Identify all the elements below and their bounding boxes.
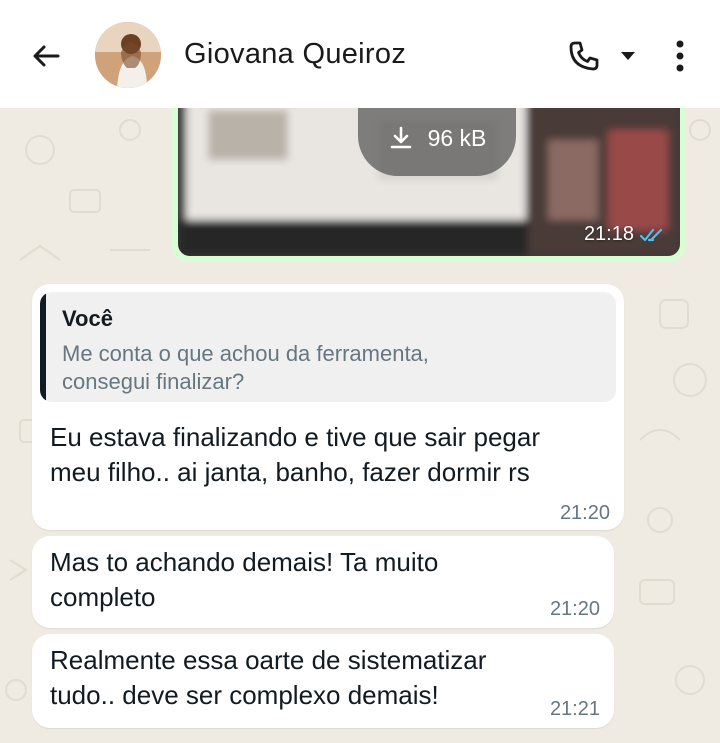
phone-icon	[569, 41, 599, 71]
incoming-message[interactable]: Realmente essa oarte de sistematizar tud…	[32, 634, 614, 728]
message-timestamp: 21:21	[549, 698, 600, 720]
quoted-message[interactable]: Você Me conta o que achou da ferramenta,…	[40, 292, 616, 402]
chat-header: Giovana Queiroz	[0, 0, 720, 108]
quote-author: Você	[62, 306, 113, 331]
back-button[interactable]	[24, 34, 68, 78]
outgoing-media-message[interactable]: 96 kB 21:18	[172, 100, 686, 262]
message-timestamp: 21:18	[584, 223, 666, 246]
message-text: Mas to achando demais! Ta muito completo	[50, 547, 439, 612]
double-check-icon	[640, 228, 663, 241]
blurred-image-preview[interactable]: 96 kB 21:18	[178, 100, 680, 256]
contact-name[interactable]: Giovana Queiroz	[184, 38, 406, 71]
call-options-dropdown[interactable]	[616, 46, 640, 66]
contact-avatar[interactable]	[95, 22, 161, 88]
message-text: Realmente essa oarte de sistematizar tud…	[50, 645, 487, 710]
quote-bar	[40, 292, 46, 402]
caret-down-icon	[621, 52, 635, 60]
quote-text: Me conta o que achou da ferramenta, cons…	[62, 341, 429, 394]
message-timestamp: 21:20	[549, 598, 600, 620]
media-time-text: 21:18	[583, 223, 634, 245]
arrow-left-icon	[33, 45, 60, 67]
incoming-message[interactable]: Você Me conta o que achou da ferramenta,…	[32, 284, 624, 530]
message-text: Eu estava finalizando e tive que sair pe…	[50, 422, 540, 487]
download-icon	[390, 126, 411, 149]
more-options-button[interactable]	[660, 34, 700, 78]
download-button[interactable]: 96 kB	[358, 100, 516, 176]
download-size: 96 kB	[427, 124, 487, 151]
message-timestamp: 21:20	[559, 502, 610, 524]
incoming-message[interactable]: Mas to achando demais! Ta muito completo…	[32, 536, 614, 628]
more-vertical-icon	[676, 40, 684, 72]
voice-call-button[interactable]	[560, 34, 608, 78]
